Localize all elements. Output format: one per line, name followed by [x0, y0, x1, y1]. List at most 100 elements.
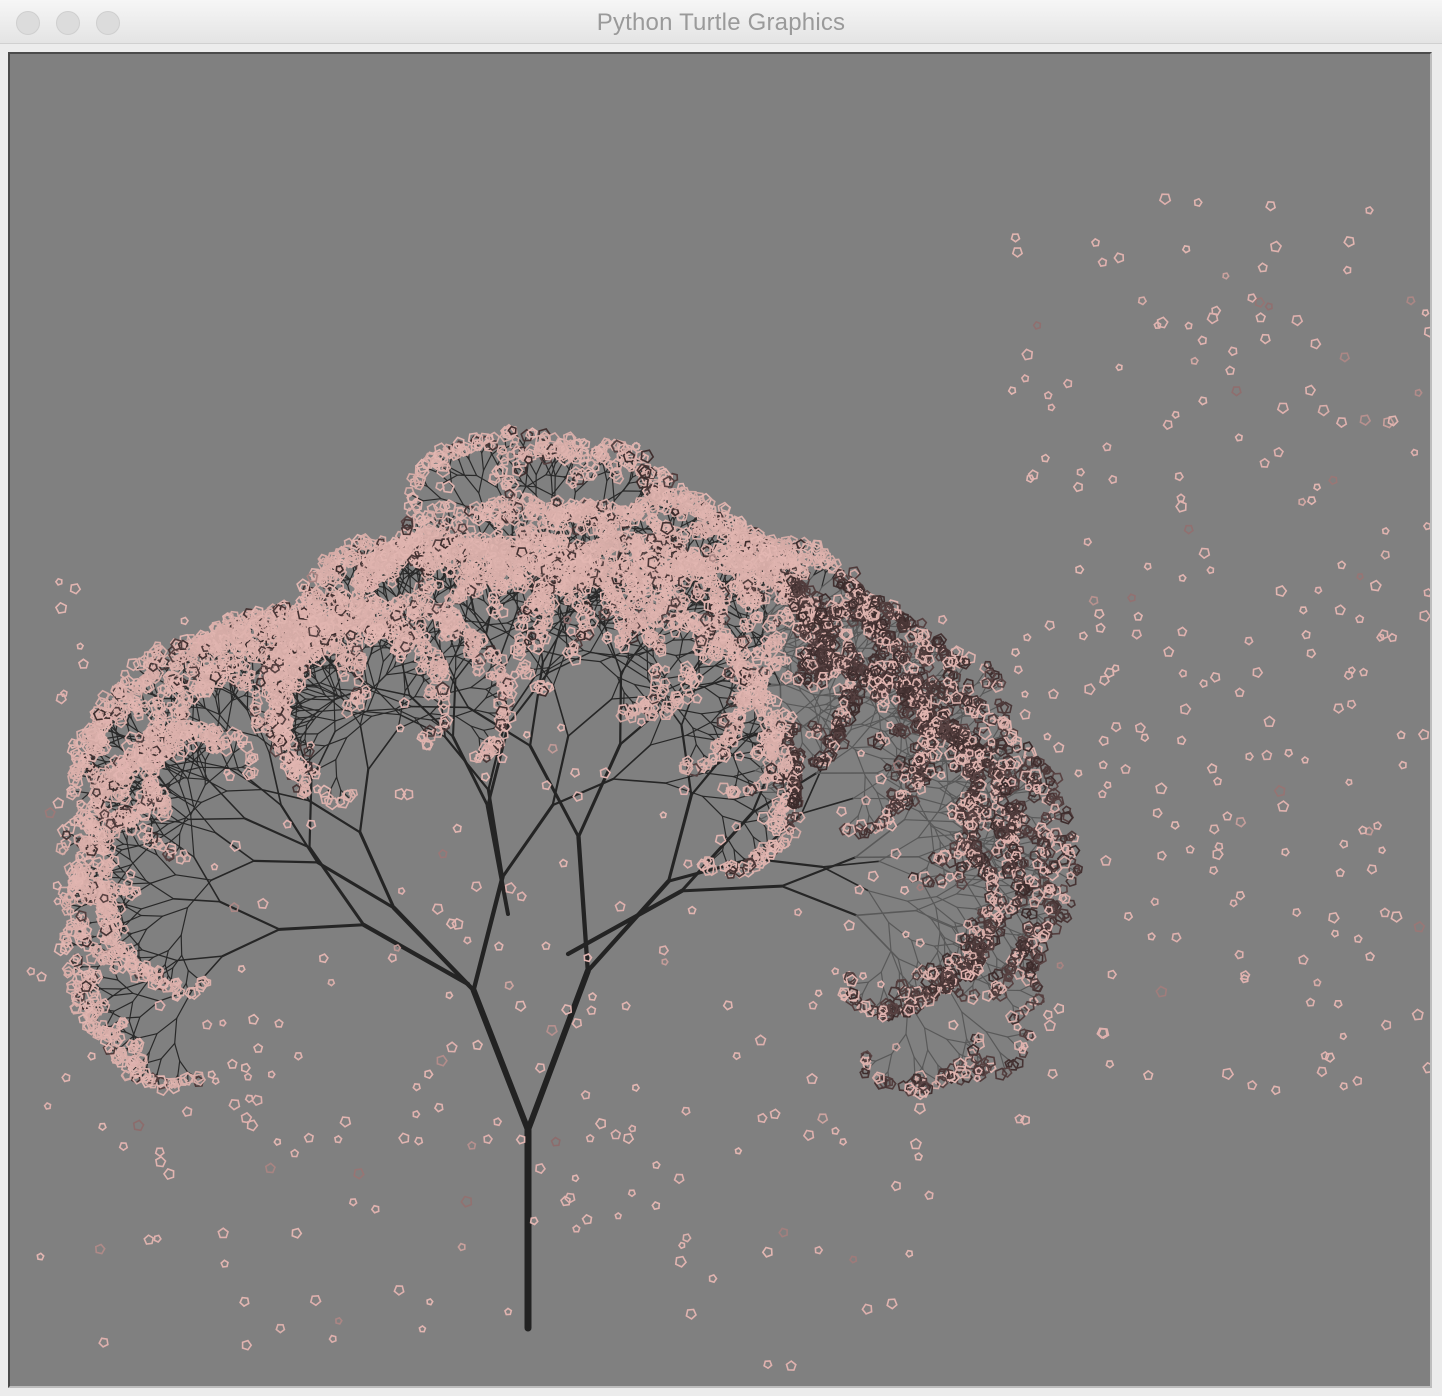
tree-branch — [200, 790, 228, 804]
tree-branch — [214, 831, 255, 862]
tree-branch — [701, 795, 724, 817]
tree-branch — [455, 715, 472, 727]
tree-branch — [174, 1042, 181, 1062]
tree-branch — [359, 724, 370, 771]
tree-branch — [449, 686, 472, 694]
tree-branch — [925, 866, 928, 882]
tree-branch — [339, 789, 342, 802]
tree-branch — [956, 906, 967, 923]
tree-branch — [187, 969, 199, 980]
tree-branch — [186, 879, 212, 909]
tree-branch — [887, 921, 913, 941]
tree-branch — [887, 921, 892, 952]
tree-branch — [307, 799, 362, 834]
tree-branch — [226, 788, 263, 792]
tree-branch — [246, 688, 249, 711]
tree-branch — [358, 768, 370, 834]
tree-branch — [533, 667, 549, 670]
tree-branch — [140, 898, 175, 910]
tree-branch — [366, 708, 397, 712]
tree-branch — [106, 1010, 115, 1025]
tree-branch — [252, 859, 319, 864]
tree-branch — [959, 945, 975, 948]
tree-branch — [167, 934, 182, 952]
tree-branch — [162, 906, 189, 917]
tree-branch — [599, 660, 619, 678]
tree-branch — [367, 727, 399, 771]
tree-branch — [728, 687, 743, 690]
tree-branch — [146, 1058, 162, 1064]
tree-branch — [930, 824, 952, 841]
title-bar[interactable]: Python Turtle Graphics — [0, 0, 1442, 44]
tree-branch — [185, 969, 189, 985]
tree-branch — [930, 824, 935, 852]
tree-branch — [971, 879, 984, 886]
tree-branch — [187, 778, 195, 808]
tree-branch — [170, 967, 174, 980]
tree-branch — [210, 860, 255, 881]
tree-branch — [179, 821, 217, 834]
tree-branch — [371, 705, 413, 717]
tree-branch — [126, 840, 131, 861]
tree-branch — [520, 485, 537, 488]
tree-branch — [623, 691, 633, 703]
tree-branch — [613, 482, 630, 502]
tree-branch — [128, 1020, 135, 1036]
tree-branch — [867, 971, 882, 983]
tree-branch — [174, 1017, 178, 1045]
tree-branch — [854, 856, 920, 859]
tree-branch — [690, 743, 697, 758]
tree-branch — [481, 452, 485, 472]
tree-branch — [862, 981, 870, 994]
tree-branch — [172, 954, 183, 969]
tree-branch — [333, 690, 336, 733]
tree-branch — [482, 454, 492, 472]
tree-branch — [956, 906, 976, 910]
tree-branch — [335, 759, 338, 778]
tree-branch — [470, 677, 485, 689]
tree-branch — [141, 949, 178, 962]
tree-branch — [277, 923, 366, 931]
tree-branch — [637, 654, 651, 664]
tree-branch — [364, 645, 386, 648]
turtle-window: Python Turtle Graphics — [0, 0, 1442, 1396]
tree-branch — [336, 776, 342, 791]
tree-branch — [703, 686, 720, 699]
tree-branch — [180, 934, 183, 956]
tree-branch — [612, 778, 667, 784]
window-title: Python Turtle Graphics — [596, 9, 846, 36]
tree-branch — [857, 798, 865, 817]
tree-branch — [128, 1001, 134, 1022]
tree-branch — [346, 715, 373, 739]
tree-branch — [204, 768, 225, 786]
tree-branch — [221, 928, 281, 958]
tree-branch — [680, 811, 754, 893]
tree-branch — [851, 726, 871, 749]
tree-branch — [474, 697, 487, 711]
tree-branch — [426, 485, 442, 500]
tree-branch — [218, 900, 281, 931]
tree-branch — [585, 878, 671, 974]
tree-branch — [552, 684, 570, 737]
tree-branch — [918, 810, 935, 828]
tree-branch — [721, 815, 745, 824]
tree-branch — [551, 477, 567, 496]
tree-branch — [470, 686, 487, 690]
tree-branch — [113, 1001, 134, 1012]
turtle-canvas[interactable] — [10, 54, 1430, 1386]
tree-branch — [306, 743, 326, 747]
tree-branch — [554, 461, 564, 477]
tree-branch — [150, 874, 177, 884]
tree-branch — [743, 822, 754, 838]
tree-branch — [140, 914, 164, 917]
tree-branch — [765, 827, 769, 844]
tree-branch — [361, 922, 471, 987]
tree-branch — [528, 744, 581, 839]
tree-branch — [314, 716, 337, 722]
tree-branch — [103, 976, 119, 981]
tree-branch — [567, 698, 613, 737]
tree-branch — [721, 815, 727, 837]
tree-branch — [695, 743, 705, 756]
tree-branch — [187, 817, 246, 821]
tree-branch — [478, 469, 485, 494]
